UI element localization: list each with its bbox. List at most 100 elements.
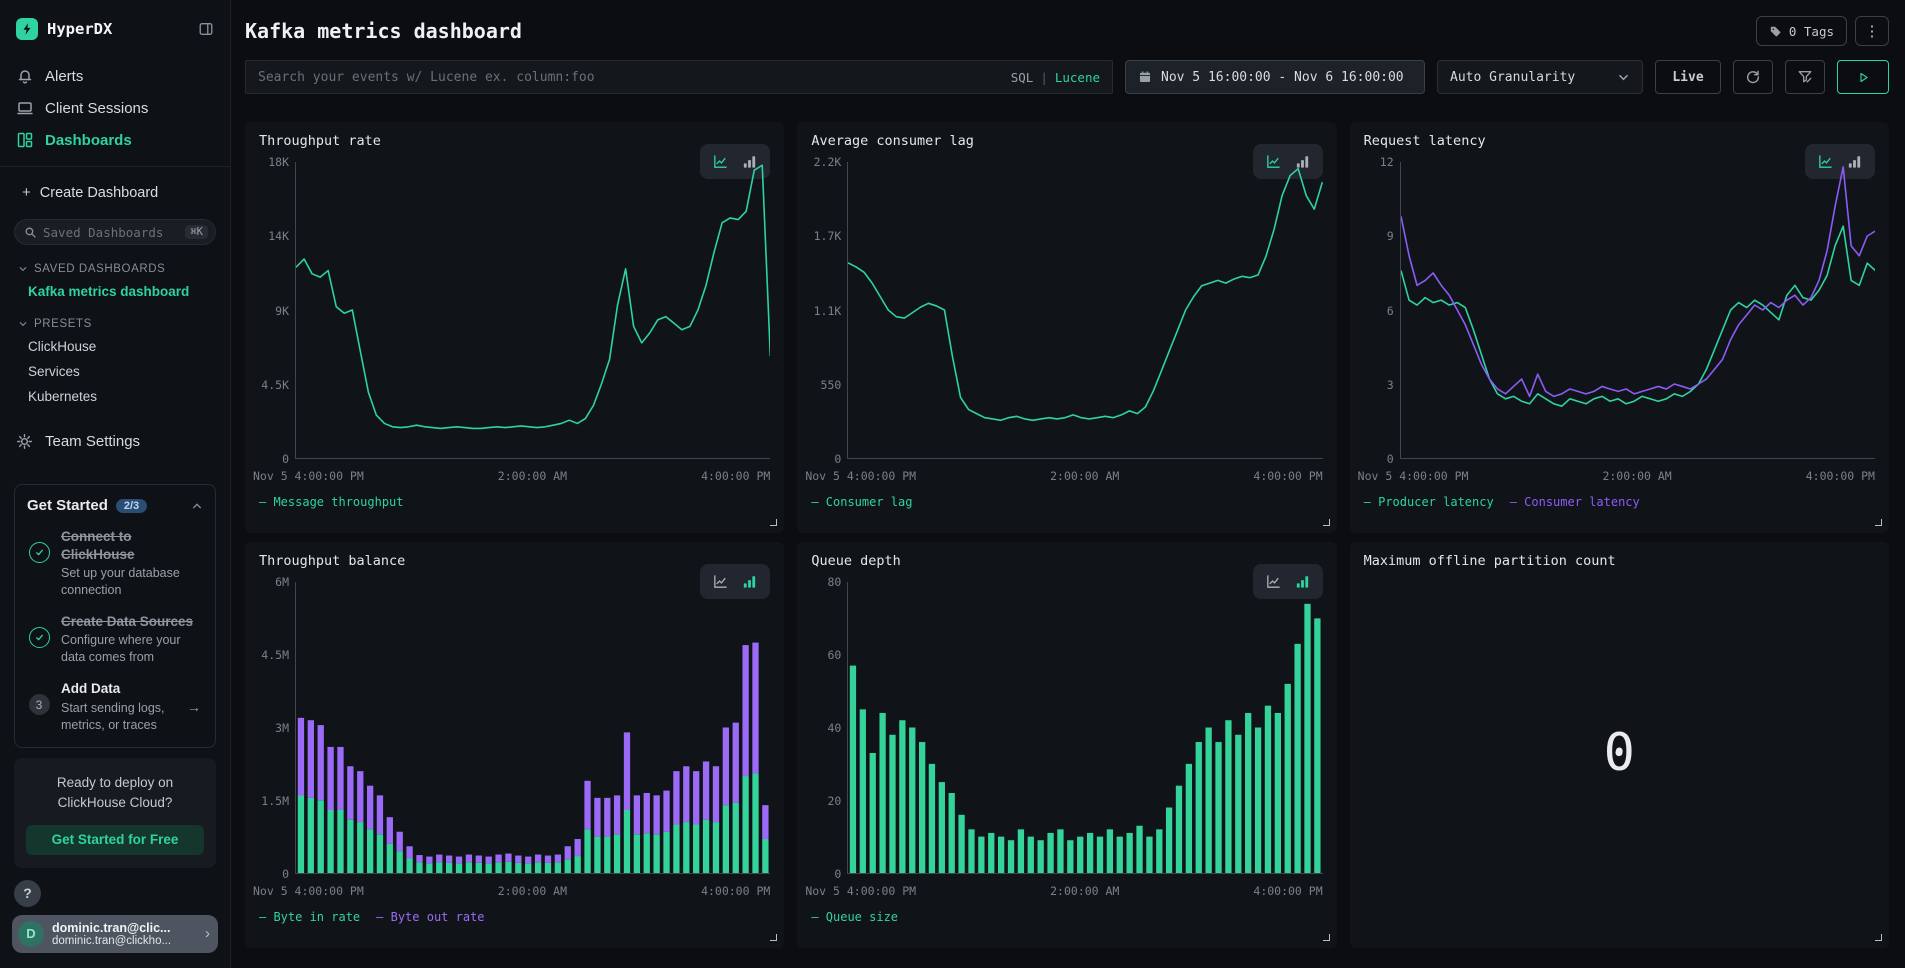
y-axis-labels: 01.5M3M4.5M6M xyxy=(251,582,289,874)
plus-icon: + xyxy=(22,184,31,201)
chevron-right-icon: › xyxy=(205,925,210,942)
lucene-toggle[interactable]: Lucene xyxy=(1055,70,1100,85)
y-axis-labels: 020406080 xyxy=(803,582,841,874)
chart-plot xyxy=(295,162,770,459)
live-button[interactable]: Live xyxy=(1655,60,1721,94)
chart-title: Maximum offline partition count xyxy=(1350,542,1889,569)
get-started-free-button[interactable]: Get Started for Free xyxy=(26,825,204,855)
big-number-value: 0 xyxy=(1604,727,1635,779)
sidebar-item-label: Alerts xyxy=(45,68,83,85)
granularity-select[interactable]: Auto Granularity xyxy=(1437,60,1643,94)
main-content: Kafka metrics dashboard 0 Tags ⋮ SQL | L… xyxy=(231,0,1905,968)
date-range-picker[interactable]: Nov 5 16:00:00 - Nov 6 16:00:00 xyxy=(1125,60,1425,94)
step-title: Connect to ClickHouse xyxy=(61,528,203,563)
step-title: Create Data Sources xyxy=(61,613,203,631)
run-query-button[interactable] xyxy=(1837,60,1889,94)
resize-handle-icon[interactable] xyxy=(1323,519,1330,526)
resize-handle-icon[interactable] xyxy=(770,519,777,526)
refresh-icon xyxy=(1745,69,1761,85)
progress-badge: 2/3 xyxy=(116,499,147,513)
chevron-down-icon xyxy=(1617,71,1630,84)
filter-button[interactable] xyxy=(1785,60,1825,94)
saved-dashboards-search-input[interactable] xyxy=(43,225,179,240)
user-name: dominic.tran@clic... xyxy=(52,921,197,935)
filter-icon xyxy=(1797,69,1813,85)
avatar: D xyxy=(18,921,44,947)
sidebar-item-client-sessions[interactable]: Client Sessions xyxy=(0,92,230,124)
collapse-sidebar-icon[interactable] xyxy=(198,21,214,37)
x-axis-labels: Nov 5 4:00:00 PM2:00:00 AM4:00:00 PM xyxy=(253,884,770,898)
hyperdx-logo-icon xyxy=(16,18,38,40)
sidebar-item-kafka-dashboard[interactable]: Kafka metrics dashboard xyxy=(0,279,230,304)
sql-toggle[interactable]: SQL xyxy=(1011,70,1034,85)
refresh-button[interactable] xyxy=(1733,60,1773,94)
chart-panel-max-offline-partition-count: Maximum offline partition count 0 xyxy=(1350,542,1889,948)
resize-handle-icon[interactable] xyxy=(1875,934,1882,941)
tag-icon xyxy=(1769,25,1782,38)
x-axis-labels: Nov 5 4:00:00 PM2:00:00 AM4:00:00 PM xyxy=(805,884,1322,898)
user-menu[interactable]: D dominic.tran@clic... dominic.tran@clic… xyxy=(12,915,218,953)
toggle-divider: | xyxy=(1040,70,1048,85)
sidebar-nav: Alerts Client Sessions Dashboards xyxy=(0,54,230,167)
get-started-step[interactable]: Connect to ClickHouse Set up your databa… xyxy=(27,528,203,599)
event-search: SQL | Lucene xyxy=(245,60,1113,94)
sidebar-item-kubernetes[interactable]: Kubernetes xyxy=(0,384,230,409)
shortcut-badge: ⌘K xyxy=(185,225,208,239)
page-title: Kafka metrics dashboard xyxy=(245,19,522,43)
chart-panel-average-consumer-lag: Average consumer lag 05501.1K1.7K2.2K No… xyxy=(797,122,1336,533)
tags-button[interactable]: 0 Tags xyxy=(1756,16,1847,46)
sidebar-item-label: Client Sessions xyxy=(45,100,148,117)
check-circle-icon xyxy=(29,542,50,563)
sidebar: HyperDX Alerts Client Sessions xyxy=(0,0,231,968)
chart-legend: — Message throughput xyxy=(259,495,420,509)
chart-panel-throughput-rate: Throughput rate 04.5K9K14K18K Nov 5 4:00… xyxy=(245,122,784,533)
sidebar-item-team-settings[interactable]: Team Settings xyxy=(0,409,230,458)
arrow-right-icon: → xyxy=(187,699,203,715)
query-toolbar: SQL | Lucene Nov 5 16:00:00 - Nov 6 16:0… xyxy=(245,60,1889,94)
check-circle-icon xyxy=(29,627,50,648)
x-axis-labels: Nov 5 4:00:00 PM2:00:00 AM4:00:00 PM xyxy=(805,469,1322,483)
promo-text: Ready to deploy on ClickHouse Cloud? xyxy=(35,773,195,812)
step-desc: Set up your database connection xyxy=(61,565,203,599)
sidebar-item-clickhouse[interactable]: ClickHouse xyxy=(0,334,230,359)
step-number-badge: 3 xyxy=(29,694,50,715)
create-dashboard-button[interactable]: + Create Dashboard xyxy=(0,167,230,207)
sidebar-item-dashboards[interactable]: Dashboards xyxy=(0,124,230,156)
y-axis-labels: 04.5K9K14K18K xyxy=(251,162,289,459)
chart-plot xyxy=(847,582,1322,874)
chart-plot xyxy=(295,582,770,874)
bell-icon xyxy=(16,67,34,85)
help-button[interactable]: ? xyxy=(14,880,41,907)
chart-panel-throughput-balance: Throughput balance 01.5M3M4.5M6M Nov 5 4… xyxy=(245,542,784,948)
user-email: dominic.tran@clickho... xyxy=(52,935,197,947)
presets-section-header[interactable]: PRESETS xyxy=(0,304,230,334)
event-search-input[interactable] xyxy=(246,61,1112,93)
get-started-step[interactable]: 3 Add Data Start sending logs, metrics, … xyxy=(27,680,203,733)
saved-dashboards-section-header[interactable]: SAVED DASHBOARDS xyxy=(0,249,230,279)
resize-handle-icon[interactable] xyxy=(770,934,777,941)
chevron-up-icon[interactable] xyxy=(191,500,203,512)
resize-handle-icon[interactable] xyxy=(1875,519,1882,526)
logo-row: HyperDX xyxy=(0,0,230,54)
kebab-menu-button[interactable]: ⋮ xyxy=(1855,16,1889,46)
sidebar-item-alerts[interactable]: Alerts xyxy=(0,60,230,92)
saved-dashboards-search[interactable]: ⌘K xyxy=(14,219,216,245)
chart-plot xyxy=(847,162,1322,459)
get-started-step[interactable]: Create Data Sources Configure where your… xyxy=(27,613,203,666)
chart-plot xyxy=(1400,162,1875,459)
chart-panel-queue-depth: Queue depth 020406080 Nov 5 4:00:00 PM2:… xyxy=(797,542,1336,948)
resize-handle-icon[interactable] xyxy=(1323,934,1330,941)
sidebar-item-label: Dashboards xyxy=(45,132,132,149)
laptop-icon xyxy=(16,99,34,117)
chart-panel-request-latency: Request latency 036912 Nov 5 4:00:00 PM2… xyxy=(1350,122,1889,533)
dashboard-grid: Throughput rate 04.5K9K14K18K Nov 5 4:00… xyxy=(245,122,1889,948)
gear-icon xyxy=(16,433,33,450)
step-desc: Start sending logs, metrics, or traces xyxy=(61,700,177,734)
chart-legend: — Producer latency— Consumer latency xyxy=(1364,495,1656,509)
chart-legend: — Queue size xyxy=(811,910,914,924)
step-desc: Configure where your data comes from xyxy=(61,632,203,666)
brand-name: HyperDX xyxy=(47,20,198,38)
step-title: Add Data xyxy=(61,680,177,698)
play-icon xyxy=(1857,71,1870,84)
sidebar-item-services[interactable]: Services xyxy=(0,359,230,384)
